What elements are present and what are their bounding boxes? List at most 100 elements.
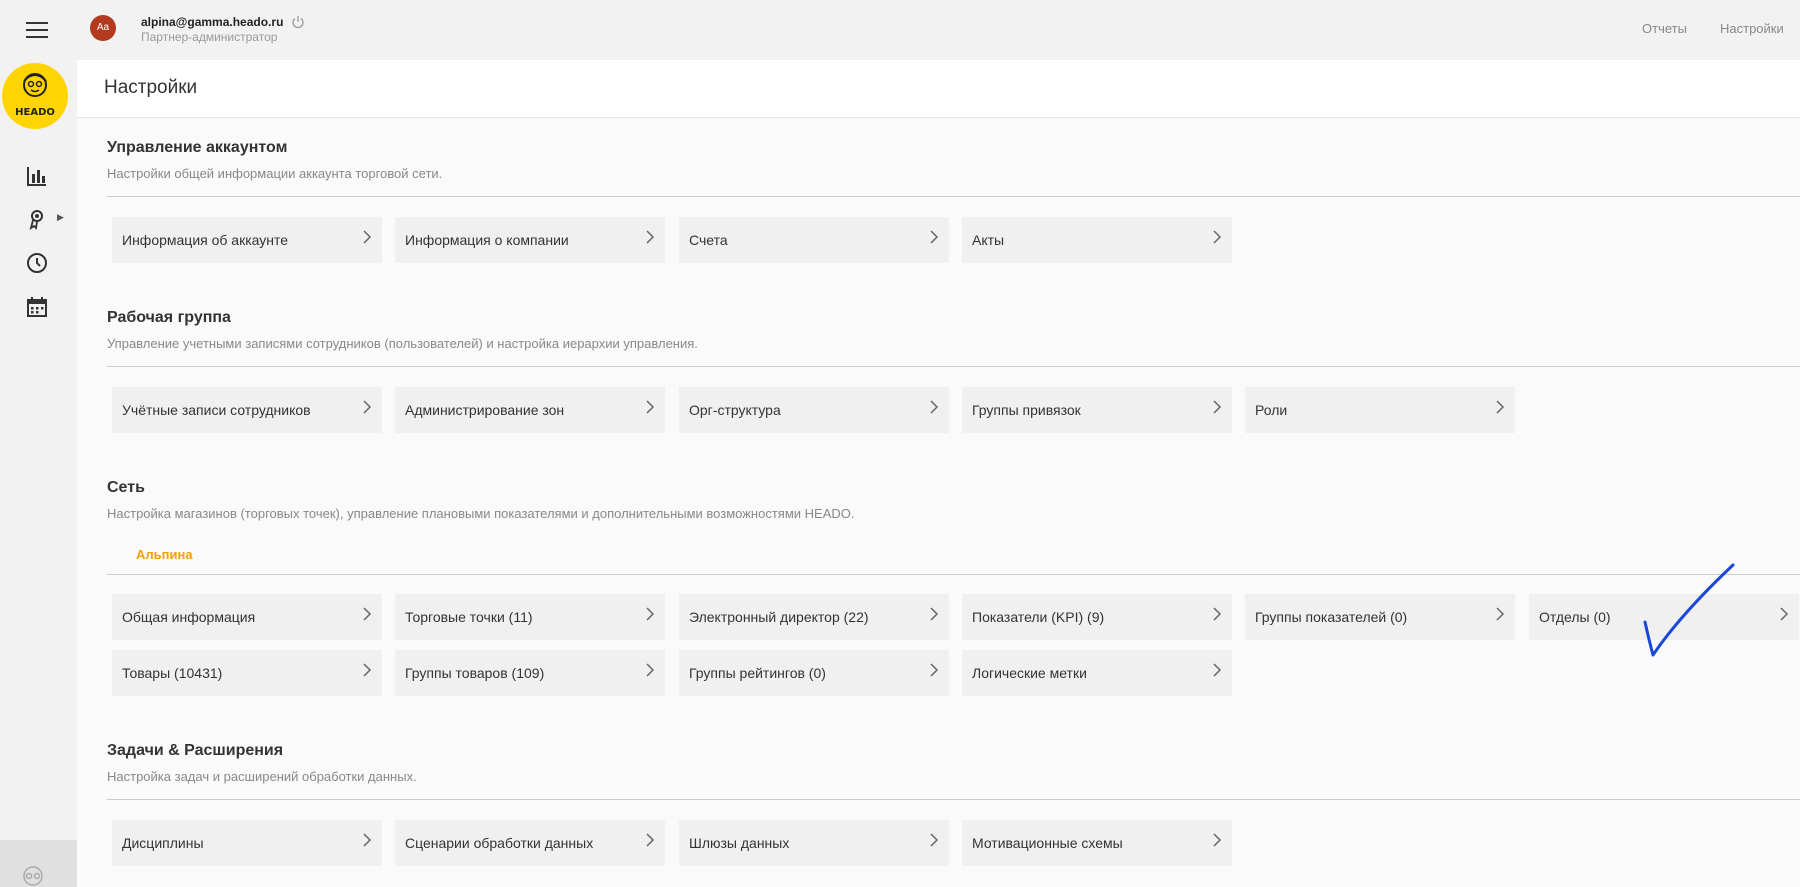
section-divider [107, 196, 1800, 197]
chevron-right-icon [1213, 833, 1222, 847]
tile-data-gateways[interactable]: Шлюзы данных [679, 820, 949, 866]
chevron-right-icon [1496, 400, 1505, 414]
tile-label: Счета [689, 232, 728, 248]
menu-icon[interactable] [26, 22, 48, 38]
section-desc-network: Настройка магазинов (торговых точек), уп… [107, 506, 855, 521]
bar-chart-icon[interactable] [25, 164, 49, 188]
section-desc-account: Настройки общей информации аккаунта торг… [107, 166, 443, 181]
section-divider [107, 574, 1800, 575]
chevron-right-icon [363, 607, 372, 621]
chevron-right-icon [363, 663, 372, 677]
chevron-right-icon [1780, 607, 1789, 621]
section-title-tasks: Задачи & Расширения [107, 742, 284, 759]
user-role: Партнер-администратор [141, 30, 278, 44]
tile-company-info[interactable]: Информация о компании [395, 217, 665, 263]
tile-electronic-director[interactable]: Электронный директор (22) [679, 594, 949, 640]
chevron-right-icon [1213, 230, 1222, 244]
tile-label: Администрирование зон [405, 402, 565, 418]
section-divider [107, 799, 1800, 800]
tile-label: Группы показателей (0) [1255, 609, 1408, 625]
section-desc-workgroup: Управление учетными записями сотрудников… [107, 336, 698, 351]
chevron-right-icon [930, 663, 939, 677]
tile-label: Акты [972, 232, 1005, 248]
section-divider [107, 366, 1800, 367]
tile-rating-groups[interactable]: Группы рейтингов (0) [679, 650, 949, 696]
chevron-right-icon [363, 400, 372, 414]
tile-label: Торговые точки (11) [405, 609, 533, 625]
tile-zone-admin[interactable]: Администрирование зон [395, 387, 665, 433]
section-title-account: Управление аккаунтом [107, 139, 288, 156]
logo-text: HEADO [15, 107, 55, 118]
tile-label: Сценарии обработки данных [405, 835, 594, 851]
tile-logical-tags[interactable]: Логические метки [962, 650, 1232, 696]
tile-label: Отделы (0) [1539, 609, 1611, 625]
tile-employee-accounts[interactable]: Учётные записи сотрудников [112, 387, 382, 433]
tile-label: Дисциплины [122, 835, 204, 851]
tile-label: Группы привязок [972, 402, 1081, 418]
tile-invoices[interactable]: Счета [679, 217, 949, 263]
sidebar: HEADO ▶ [0, 0, 77, 887]
avatar[interactable]: Aa [90, 15, 116, 41]
user-email: alpina@gamma.heado.ru [141, 15, 284, 29]
clock-icon[interactable] [25, 251, 49, 275]
chevron-right-icon [1213, 663, 1222, 677]
tile-data-scenarios[interactable]: Сценарии обработки данных [395, 820, 665, 866]
tile-label: Товары (10431) [122, 665, 223, 681]
tile-kpi[interactable]: Показатели (KPI) (9) [962, 594, 1232, 640]
nav-reports-link[interactable]: Отчеты [1642, 21, 1687, 36]
tile-products[interactable]: Товары (10431) [112, 650, 382, 696]
tile-roles[interactable]: Роли [1245, 387, 1515, 433]
page-title: Настройки [104, 77, 198, 98]
page-header: Настройки [77, 60, 1800, 118]
chevron-right-icon [1213, 400, 1222, 414]
tile-label: Орг-структура [689, 402, 781, 418]
nav-settings-link[interactable]: Настройки [1720, 21, 1784, 36]
tile-label: Учётные записи сотрудников [122, 402, 311, 418]
robot-face-icon [23, 73, 47, 97]
chevron-right-icon [1496, 607, 1505, 621]
assistant-panel[interactable] [0, 840, 77, 887]
network-subtab-alpina[interactable]: Альпина [136, 547, 193, 562]
tile-label: Информация о компании [405, 232, 569, 248]
top-bar: Aa alpina@gamma.heado.ru Партнер-админис… [77, 0, 1800, 60]
chevron-right-icon [646, 230, 655, 244]
tile-label: Показатели (KPI) (9) [972, 609, 1105, 625]
tile-stores[interactable]: Торговые точки (11) [395, 594, 665, 640]
section-title-workgroup: Рабочая группа [107, 309, 231, 326]
chevron-right-icon [646, 663, 655, 677]
chevron-right-icon [646, 607, 655, 621]
chevron-right-icon [930, 607, 939, 621]
tile-motivation-schemes[interactable]: Мотивационные схемы [962, 820, 1232, 866]
chevron-right-icon [363, 230, 372, 244]
award-icon[interactable] [25, 207, 49, 231]
power-icon[interactable] [291, 15, 305, 29]
chevron-right-icon [930, 833, 939, 847]
tile-label: Электронный директор (22) [689, 609, 869, 625]
tile-label: Группы товаров (109) [405, 665, 545, 681]
chevron-right-icon [930, 400, 939, 414]
tile-product-groups[interactable]: Группы товаров (109) [395, 650, 665, 696]
checkmark-annotation [1643, 563, 1735, 657]
tile-label: Общая информация [122, 609, 256, 625]
heado-logo[interactable]: HEADO [2, 63, 68, 129]
tile-label: Мотивационные схемы [972, 835, 1123, 851]
tile-account-info[interactable]: Информация об аккаунте [112, 217, 382, 263]
chevron-right-icon [363, 833, 372, 847]
calendar-icon[interactable] [25, 295, 49, 319]
tile-kpi-groups[interactable]: Группы показателей (0) [1245, 594, 1515, 640]
tile-label: Информация об аккаунте [122, 232, 289, 248]
section-title-network: Сеть [107, 479, 145, 496]
chevron-right-icon [1213, 607, 1222, 621]
tile-org-structure[interactable]: Орг-структура [679, 387, 949, 433]
tile-binding-groups[interactable]: Группы привязок [962, 387, 1232, 433]
chevron-right-icon [646, 833, 655, 847]
tile-acts[interactable]: Акты [962, 217, 1232, 263]
tile-label: Роли [1255, 402, 1288, 418]
main-content: Настройки Управление аккаунтом Настройки… [77, 60, 1800, 887]
chevron-right-icon [646, 400, 655, 414]
tile-label: Шлюзы данных [689, 835, 790, 851]
expand-caret-icon[interactable]: ▶ [57, 212, 64, 223]
tile-disciplines[interactable]: Дисциплины [112, 820, 382, 866]
tile-general-info[interactable]: Общая информация [112, 594, 382, 640]
tile-label: Логические метки [972, 665, 1087, 681]
